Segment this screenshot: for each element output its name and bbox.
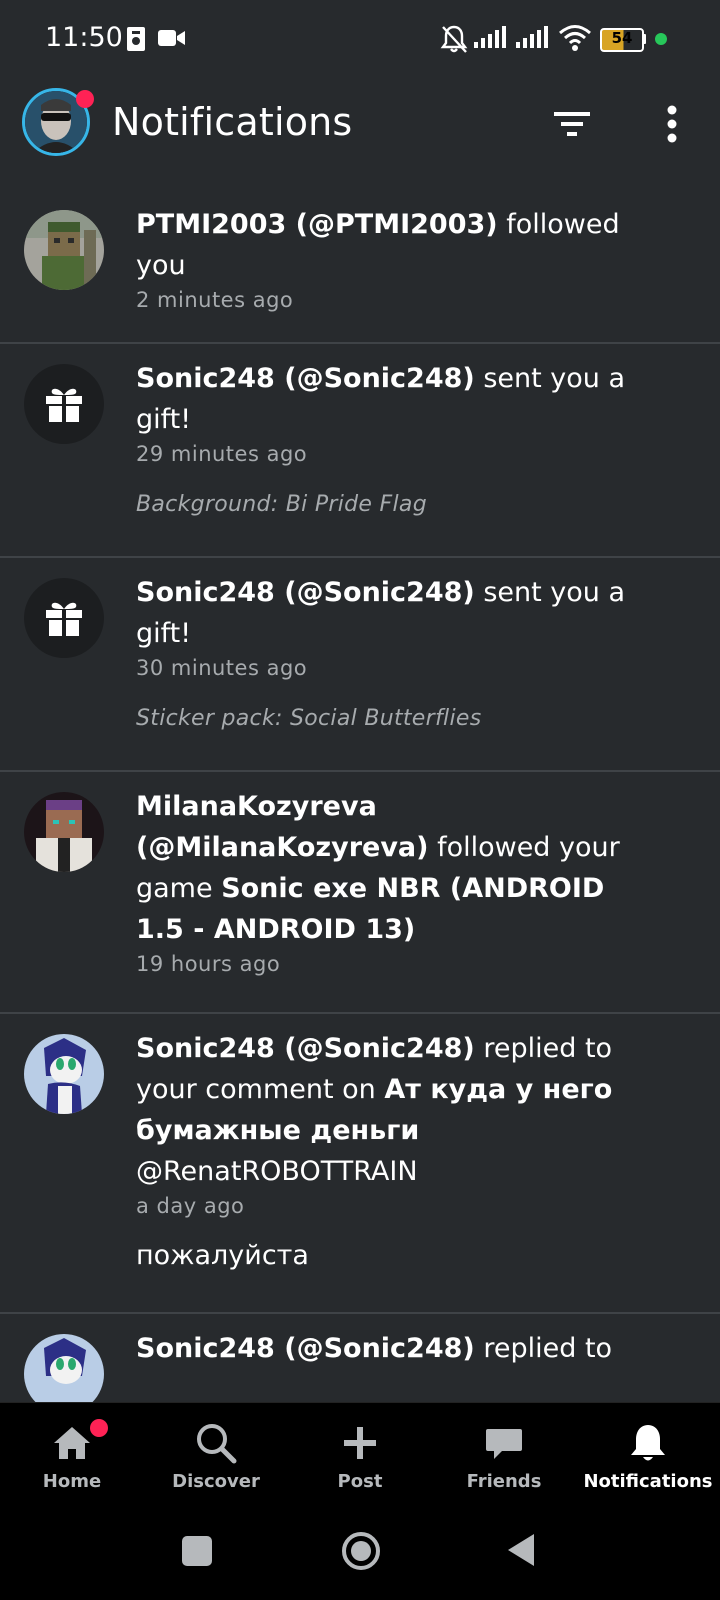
battery-icon: 54 [600,28,644,52]
gift-avatar [24,364,104,444]
green-dot-icon [655,33,667,45]
nav-label: Discover [172,1471,260,1492]
system-nav-bar [0,1506,720,1600]
user-avatar[interactable] [24,792,104,872]
signal-icon [516,26,548,48]
page-title: Notifications [112,100,353,144]
reply-text: пожалуйста [136,1240,309,1271]
gift-icon [46,388,82,422]
gift-detail: Background: Bi Pride Flag [136,492,427,517]
gift-avatar [24,578,104,658]
notif-user[interactable]: PTMI2003 (@PTMI2003) [136,209,498,240]
notif-mention[interactable]: @RenatROBOTTRAIN [136,1156,418,1187]
video-camera-icon [158,30,185,46]
nav-label: Post [337,1471,383,1492]
notif-time: a day ago [136,1194,245,1218]
chat-bubble-icon [486,1429,522,1459]
wifi-icon [559,25,591,51]
notification-dot [76,90,94,108]
search-icon [197,1424,237,1464]
filter-icon[interactable] [552,102,596,146]
user-avatar[interactable] [24,210,104,290]
notif-user[interactable]: Sonic248 (@Sonic248) [136,1333,475,1364]
notification-item[interactable]: PTMI2003 (@PTMI2003) followed you 2 minu… [0,190,720,344]
gift-icon [46,602,82,636]
more-vert-icon[interactable] [654,100,690,148]
notif-user[interactable]: Sonic248 (@Sonic248) [136,577,475,608]
notif-action: replied to [474,1333,613,1364]
nav-label: Notifications [583,1471,713,1492]
back-icon[interactable] [506,1532,538,1568]
nav-label: Friends [466,1471,542,1492]
home-circle-icon[interactable] [340,1530,382,1572]
notif-time: 2 minutes ago [136,288,294,312]
nav-notifications[interactable]: Notifications [576,1403,720,1507]
recents-icon[interactable] [182,1536,212,1566]
battery-tip [643,34,646,44]
status-time: 11:50 [45,22,123,53]
home-icon [54,1427,90,1459]
notif-user[interactable]: Sonic248 (@Sonic248) [136,363,475,394]
status-bar: 11:50 54 [0,0,720,78]
notif-time: 30 minutes ago [136,656,308,680]
notification-feed[interactable]: PTMI2003 (@PTMI2003) followed you 2 minu… [0,190,720,1402]
gift-detail: Sticker pack: Social Butterflies [136,706,482,731]
notification-item[interactable]: MilanaKozyreva (@MilanaKozyreva) followe… [0,772,720,1014]
nav-post[interactable]: Post [288,1403,432,1507]
bottom-nav: Home Discover Post Friends Notifications [0,1402,720,1507]
nav-discover[interactable]: Discover [144,1403,288,1507]
notification-item[interactable]: Sonic248 (@Sonic248) sent you a gift! 29… [0,344,720,558]
plus-icon [344,1427,376,1459]
notif-user[interactable]: Sonic248 (@Sonic248) [136,1033,475,1064]
battery-level: 54 [611,29,633,47]
app-header: Notifications [0,78,720,178]
profile-avatar[interactable] [22,88,94,156]
signal-icon [474,26,506,48]
notif-user[interactable]: MilanaKozyreva (@MilanaKozyreva) [136,791,428,863]
bell-muted-icon [440,25,468,53]
nav-friends[interactable]: Friends [432,1403,576,1507]
nav-label: Home [42,1471,102,1492]
user-avatar[interactable] [24,1334,104,1402]
notification-item[interactable]: Sonic248 (@Sonic248) replied to [0,1314,720,1402]
notif-time: 29 minutes ago [136,442,308,466]
notification-item[interactable]: Sonic248 (@Sonic248) sent you a gift! 30… [0,558,720,772]
notification-dot [90,1419,108,1437]
notif-time: 19 hours ago [136,952,281,976]
notification-item[interactable]: Sonic248 (@Sonic248) replied to your com… [0,1014,720,1314]
nfc-icon [127,27,145,51]
user-avatar[interactable] [24,1034,104,1114]
nav-home[interactable]: Home [0,1403,144,1507]
bell-icon [631,1425,665,1461]
